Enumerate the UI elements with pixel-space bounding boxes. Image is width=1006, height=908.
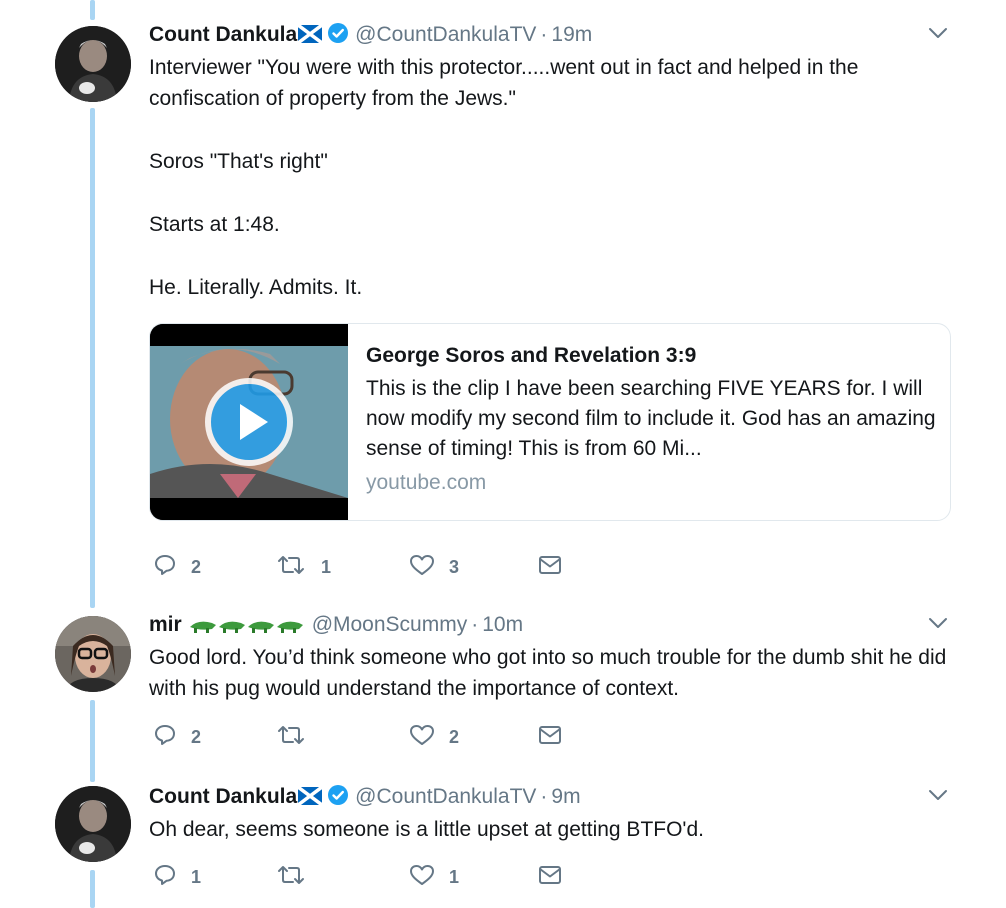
separator-dot: ·	[471, 613, 479, 636]
tweet-actions: 1 1	[149, 862, 649, 892]
retweet-icon	[275, 863, 307, 892]
retweet-icon	[275, 553, 307, 582]
reply-count: 1	[191, 866, 202, 887]
heart-icon	[409, 723, 435, 752]
author-name[interactable]: mir	[149, 613, 182, 636]
tweet-timestamp[interactable]: 10m	[482, 613, 523, 636]
reply-icon	[153, 723, 177, 752]
reply-count: 2	[191, 556, 202, 577]
tweet-paragraph: Interviewer "You were with this protecto…	[149, 56, 859, 110]
tweet-paragraph: Starts at 1:48.	[149, 213, 280, 236]
tweet-actions: 2 2	[149, 722, 649, 752]
author-name[interactable]: Count Dankula	[149, 23, 297, 46]
chevron-down-icon[interactable]	[928, 616, 948, 634]
like-button[interactable]: 2	[409, 722, 459, 752]
chevron-down-icon[interactable]	[928, 26, 948, 44]
envelope-icon	[538, 864, 562, 891]
heart-icon	[409, 553, 435, 582]
dm-button[interactable]	[538, 552, 562, 582]
retweet-button[interactable]: 1	[275, 552, 331, 582]
tweet-header: Count Dankula @CountDankulaTV · 9m	[149, 782, 581, 812]
tweet-text: Oh dear, seems someone is a little upset…	[149, 814, 959, 845]
scotland-flag-icon	[297, 22, 324, 52]
tweet[interactable]: mir @MoonScummy · 10m Good lord. You’d thin…	[0, 610, 1006, 760]
verified-badge-icon	[327, 22, 349, 53]
tweet[interactable]: Count Dankula @CountDankulaTV · 19m Intervi…	[0, 20, 1006, 590]
tweet-text: Interviewer "You were with this protecto…	[149, 52, 959, 303]
dm-button[interactable]	[538, 862, 562, 892]
tweet-timestamp[interactable]: 19m	[551, 23, 592, 46]
scotland-flag-icon	[297, 784, 324, 814]
like-count: 3	[449, 556, 460, 577]
like-button[interactable]: 3	[409, 552, 459, 582]
author-handle[interactable]: @CountDankulaTV	[355, 785, 536, 808]
tweet-paragraph: Oh dear, seems someone is a little upset…	[149, 818, 704, 841]
separator-dot: ·	[540, 785, 548, 808]
author-handle[interactable]: @MoonScummy	[312, 613, 468, 636]
crocodile-emoji-icon	[188, 614, 306, 644]
reply-icon	[153, 863, 177, 892]
like-count: 2	[449, 726, 460, 747]
card-body: George Soros and Revelation 3:9 This is …	[366, 342, 936, 497]
avatar[interactable]	[55, 786, 131, 862]
envelope-icon	[538, 724, 562, 751]
tweet-actions: 2 1 3	[149, 552, 649, 582]
tweet-paragraph: Good lord. You’d think someone who got i…	[149, 646, 947, 700]
card-title[interactable]: George Soros and Revelation 3:9	[366, 342, 936, 370]
chevron-down-icon[interactable]	[928, 788, 948, 806]
tweet-text: Good lord. You’d think someone who got i…	[149, 642, 959, 704]
like-button[interactable]: 1	[409, 862, 459, 892]
author-name[interactable]: Count Dankula	[149, 785, 297, 808]
tweet-timestamp[interactable]: 9m	[551, 785, 580, 808]
card-description: This is the clip I have been searching F…	[366, 377, 936, 460]
verified-badge-icon	[327, 784, 349, 815]
reply-button[interactable]: 2	[153, 722, 201, 752]
tweet-header: Count Dankula @CountDankulaTV · 19m	[149, 20, 592, 50]
envelope-icon	[538, 554, 562, 581]
like-count: 1	[449, 866, 460, 887]
dm-button[interactable]	[538, 722, 562, 752]
link-card[interactable]: George Soros and Revelation 3:9 This is …	[149, 323, 951, 521]
play-icon[interactable]	[204, 377, 294, 467]
retweet-button[interactable]	[275, 862, 321, 892]
avatar[interactable]	[55, 616, 131, 692]
separator-dot: ·	[540, 23, 548, 46]
reply-icon	[153, 553, 177, 582]
reply-button[interactable]: 1	[153, 862, 201, 892]
thread-line	[90, 0, 95, 20]
tweet-paragraph: He. Literally. Admits. It.	[149, 276, 363, 299]
reply-count: 2	[191, 726, 202, 747]
reply-button[interactable]: 2	[153, 552, 201, 582]
retweet-count: 1	[321, 556, 332, 577]
card-domain: youtube.com	[366, 471, 487, 494]
retweet-button[interactable]	[275, 722, 321, 752]
tweet-paragraph: Soros "That's right"	[149, 150, 328, 173]
avatar[interactable]	[55, 26, 131, 102]
video-thumbnail[interactable]	[150, 324, 348, 520]
retweet-icon	[275, 723, 307, 752]
tweet[interactable]: Count Dankula @CountDankulaTV · 9m Oh dear,…	[0, 782, 1006, 908]
tweet-header: mir @MoonScummy · 10m	[149, 610, 523, 640]
heart-icon	[409, 863, 435, 892]
author-handle[interactable]: @CountDankulaTV	[355, 23, 536, 46]
